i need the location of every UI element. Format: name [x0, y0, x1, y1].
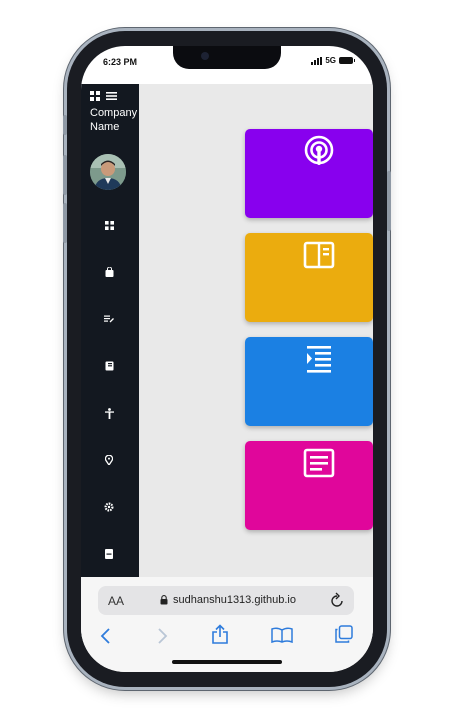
tabs-icon[interactable]	[335, 625, 353, 643]
camera	[201, 52, 209, 60]
safari-toolbar: AA sudhanshu1313.github.io	[81, 577, 373, 672]
sidebar-item-location[interactable]	[103, 454, 115, 466]
lock-icon	[160, 595, 168, 605]
status-time: 6:23 PM	[103, 57, 138, 67]
article-icon	[303, 448, 335, 478]
sidebar-item-person[interactable]	[103, 407, 115, 419]
podcast-icon	[304, 135, 334, 165]
card-article[interactable]	[245, 441, 373, 530]
card-podcast[interactable]	[245, 129, 373, 218]
grid-icon[interactable]	[90, 91, 100, 101]
volume-up-button	[63, 155, 67, 195]
card-indent-list[interactable]	[245, 337, 373, 426]
url-display[interactable]: sudhanshu1313.github.io	[160, 594, 296, 606]
phone-screen: 6:23 PM 5G Company Name AA sudhanshu1313…	[81, 46, 373, 672]
notch	[173, 46, 281, 69]
reload-icon[interactable]	[330, 592, 344, 608]
url-text: sudhanshu1313.github.io	[173, 594, 296, 606]
status-indicators: 5G	[311, 56, 355, 65]
sidebar: Company Name	[81, 84, 139, 577]
sidebar-item-tasks[interactable]	[103, 313, 115, 325]
avatar[interactable]	[90, 154, 126, 190]
location-pin-icon	[105, 455, 113, 465]
reader-mode-button[interactable]: AA	[108, 594, 124, 608]
sidebar-item-document[interactable]	[103, 548, 115, 560]
back-icon[interactable]	[99, 627, 111, 645]
bookmarks-icon[interactable]	[271, 627, 293, 643]
sidebar-item-shop[interactable]	[103, 266, 115, 278]
document-icon	[105, 549, 113, 559]
sidebar-item-dashboard[interactable]	[103, 219, 115, 231]
indent-list-icon	[307, 346, 331, 373]
mute-switch	[63, 115, 67, 135]
power-button	[387, 171, 391, 231]
phone-frame: 6:23 PM 5G Company Name AA sudhanshu1313…	[63, 31, 391, 687]
sidebar-item-settings[interactable]	[103, 501, 115, 513]
card-dashboard-panel[interactable]	[245, 233, 373, 322]
settings-icon	[104, 502, 114, 512]
home-indicator	[172, 660, 282, 664]
signal-icon	[311, 56, 323, 65]
share-icon[interactable]	[211, 624, 229, 644]
dashboard-panel-icon	[303, 241, 335, 269]
book-icon	[105, 361, 113, 371]
web-content: Company Name	[81, 84, 373, 577]
network-label: 5G	[325, 56, 336, 65]
volume-down-button	[63, 203, 67, 243]
address-bar[interactable]: AA sudhanshu1313.github.io	[98, 586, 354, 615]
edit-list-icon	[104, 315, 114, 323]
forward-icon[interactable]	[157, 627, 169, 645]
person-icon	[104, 407, 114, 419]
sidebar-header-icons	[90, 91, 117, 101]
company-name: Company Name	[90, 107, 138, 133]
battery-icon	[339, 57, 355, 64]
sidebar-item-book[interactable]	[103, 360, 115, 372]
menu-icon[interactable]	[106, 91, 117, 101]
dashboard-icon	[104, 220, 114, 230]
shopping-bag-icon	[105, 267, 113, 277]
